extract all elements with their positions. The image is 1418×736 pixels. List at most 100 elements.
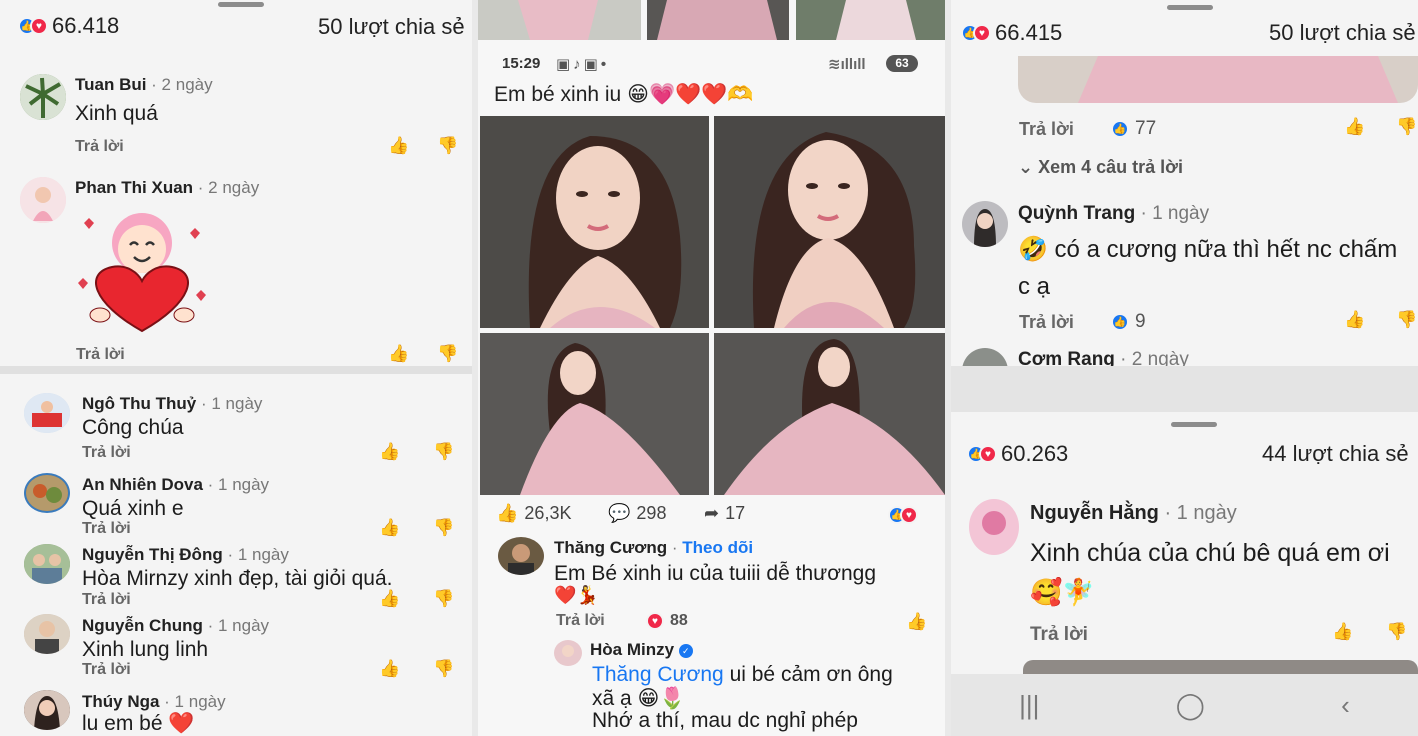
commenter-name[interactable]: Nguyễn Chung · 1 ngày: [82, 616, 269, 636]
like-reaction-icon: 👍: [1111, 313, 1129, 331]
share-count[interactable]: 50 lượt chia sẻ: [1269, 20, 1416, 46]
thumbs-up-icon[interactable]: 👍: [388, 344, 410, 366]
drag-handle[interactable]: [218, 2, 264, 7]
commenter-name[interactable]: Nguyễn Hằng · 1 ngày: [1030, 502, 1237, 525]
reply-button[interactable]: Trả lời: [82, 444, 131, 462]
comment-button[interactable]: 💬 298: [608, 503, 666, 524]
avatar[interactable]: [24, 393, 70, 433]
avatar[interactable]: [554, 640, 582, 666]
reply-button[interactable]: Trả lời: [75, 138, 124, 156]
share-count[interactable]: 44 lượt chia sẻ: [1262, 441, 1409, 467]
home-icon[interactable]: ◯: [1176, 690, 1205, 721]
comment-age: · 1 ngày: [196, 394, 263, 413]
reply-button[interactable]: Trả lời: [82, 661, 131, 679]
thumbs-down-icon[interactable]: 👎: [1396, 117, 1418, 139]
follow-link[interactable]: Theo dõi: [682, 538, 753, 557]
reply-button[interactable]: Trả lời: [82, 591, 131, 609]
drag-handle[interactable]: [1171, 422, 1217, 427]
like-count: 9: [1135, 311, 1146, 332]
thumbs-down-icon[interactable]: 👎: [437, 136, 459, 158]
photo-strip-item[interactable]: [478, 0, 641, 40]
like-button[interactable]: 👍 26,3K: [496, 503, 571, 524]
reply-button[interactable]: Trả lời: [1019, 119, 1074, 140]
view-replies-link[interactable]: ⌄ Xem 4 câu trả lời: [1018, 157, 1183, 178]
back-icon[interactable]: ‹: [1341, 690, 1350, 721]
comment-likes[interactable]: 👍 9: [1111, 311, 1146, 333]
share-button[interactable]: ➦ 17: [704, 503, 745, 524]
commenter-name[interactable]: Cơm Rang · 2 ngày: [1018, 349, 1189, 366]
thumbs-up-icon[interactable]: 👍: [1332, 622, 1354, 644]
thumbs-down-icon[interactable]: 👎: [437, 344, 459, 366]
thumbs-up-icon[interactable]: 👍: [379, 442, 401, 464]
thumbs-up-icon[interactable]: 👍: [1344, 310, 1366, 332]
thumbs-up-icon[interactable]: 👍: [379, 589, 401, 611]
thumbs-down-icon[interactable]: 👎: [433, 442, 455, 464]
photo-strip-item[interactable]: [647, 0, 789, 40]
avatar[interactable]: [24, 690, 70, 730]
avatar[interactable]: [20, 74, 66, 120]
reaction-summary[interactable]: 👍 ♥ 66.418: [18, 13, 119, 39]
chevron-down-icon: ⌄: [1018, 157, 1039, 177]
android-nav-bar: ||| ◯ ‹: [951, 674, 1418, 736]
thumbs-up-icon[interactable]: 👍: [906, 612, 928, 634]
recent-apps-icon[interactable]: |||: [1019, 690, 1039, 721]
commenter-name[interactable]: Tuan Bui · 2 ngày: [75, 75, 213, 95]
post-photo-3[interactable]: [480, 333, 709, 495]
avatar[interactable]: [962, 348, 1008, 366]
commenter-name[interactable]: Ngô Thu Thuỷ · 1 ngày: [82, 394, 262, 414]
next-comment-preview: [1023, 660, 1418, 674]
commenter-name[interactable]: An Nhiên Dova · 1 ngày: [82, 475, 269, 495]
reply-button[interactable]: Trả lời: [82, 520, 131, 538]
comment-text-line: c ạ: [1018, 273, 1051, 300]
post-photo-2[interactable]: [714, 116, 945, 328]
thumbs-down-icon[interactable]: 👎: [433, 589, 455, 611]
reaction-icons[interactable]: 👍 ♥: [888, 506, 918, 524]
avatar[interactable]: [24, 614, 70, 654]
thumbs-up-icon[interactable]: 👍: [379, 659, 401, 681]
comment-text-body: ui bé cảm ơn ông: [723, 663, 893, 686]
mention-link[interactable]: Thăng Cương: [592, 663, 724, 686]
comment-emoji: ❤️💃: [554, 585, 599, 605]
photo-strip-item[interactable]: [796, 0, 945, 40]
commenter-name[interactable]: Hòa Minzy ✓: [590, 640, 693, 660]
reply-button[interactable]: Trả lời: [1019, 312, 1074, 333]
avatar[interactable]: [962, 201, 1008, 247]
avatar[interactable]: [24, 544, 70, 584]
reaction-icons: 👍 ♥: [18, 17, 48, 35]
image-comment-preview[interactable]: [1018, 56, 1418, 103]
thumbs-down-icon[interactable]: 👎: [433, 659, 455, 681]
reaction-count: 66.418: [52, 13, 120, 38]
commenter-name[interactable]: Quỳnh Trang · 1 ngày: [1018, 203, 1209, 225]
comment-age: · 2 ngày: [1114, 349, 1189, 366]
commenter-name[interactable]: Phan Thi Xuan · 2 ngày: [75, 178, 259, 198]
thumbs-down-icon[interactable]: 👎: [1386, 622, 1408, 644]
reaction-summary[interactable]: 👍 ♥ 66.415: [961, 20, 1062, 46]
reply-button[interactable]: Trả lời: [76, 346, 125, 364]
share-count[interactable]: 50 lượt chia sẻ: [318, 14, 465, 40]
commenter-name[interactable]: Nguyễn Thị Đông · 1 ngày: [82, 545, 289, 565]
commenter-name[interactable]: Thăng Cương · Theo dõi: [554, 538, 753, 558]
avatar[interactable]: [24, 473, 70, 513]
full-dress-photo-image: [480, 333, 709, 495]
battery-icon: 63: [886, 55, 918, 72]
commenter-name[interactable]: Thúy Nga · 1 ngày: [82, 692, 226, 712]
comment-age: · 1 ngày: [202, 616, 270, 635]
post-photo-1[interactable]: [480, 116, 709, 328]
comment-likes[interactable]: 👍 77: [1111, 118, 1156, 140]
avatar[interactable]: [20, 177, 66, 223]
reply-button[interactable]: Trả lời: [556, 612, 605, 630]
reply-button[interactable]: Trả lời: [1030, 624, 1088, 646]
drag-handle[interactable]: [1167, 5, 1213, 10]
avatar[interactable]: [498, 537, 544, 575]
thumbs-up-icon[interactable]: 👍: [1344, 117, 1366, 139]
post-photo-4[interactable]: [714, 333, 945, 495]
thumbs-down-icon[interactable]: 👎: [433, 518, 455, 540]
reaction-summary[interactable]: 👍 ♥ 60.263: [967, 441, 1068, 467]
avatar[interactable]: [969, 499, 1019, 555]
thumbs-down-icon[interactable]: 👎: [1396, 310, 1418, 332]
comment-reactions[interactable]: ♥ 88: [646, 612, 688, 630]
thumbs-up-icon[interactable]: 👍: [379, 518, 401, 540]
thumbs-up-icon[interactable]: 👍: [388, 136, 410, 158]
comment-text: Hòa Mirnzy xinh đẹp, tài giỏi quá.: [82, 567, 393, 590]
commenter-name-text: Nguyễn Chung: [82, 616, 203, 635]
